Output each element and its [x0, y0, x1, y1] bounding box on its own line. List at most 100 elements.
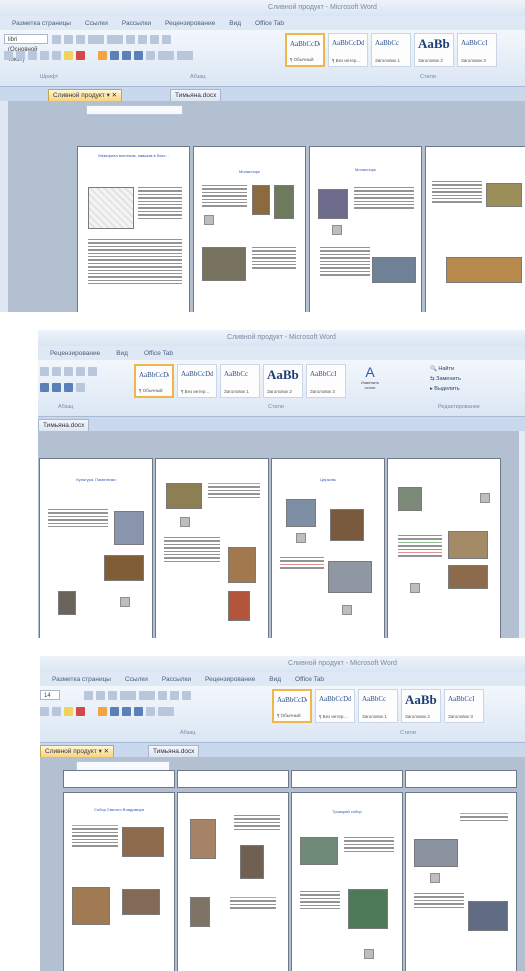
text-block — [398, 535, 442, 559]
menu-review[interactable]: Рецензирование — [165, 20, 215, 27]
indent-icon[interactable] — [158, 691, 167, 700]
align-left-icon[interactable] — [98, 707, 107, 716]
underline-icon[interactable] — [52, 707, 61, 716]
vertical-scrollbar[interactable] — [519, 431, 525, 638]
page-thumbnail[interactable]: Троицкий собор — [292, 793, 402, 971]
subscript-icon[interactable] — [52, 51, 61, 60]
style-heading-2[interactable]: AaBb Заголовок 2 — [263, 364, 303, 398]
highlight-icon[interactable] — [64, 51, 73, 60]
align-right-icon[interactable] — [122, 707, 131, 716]
align-right-icon[interactable] — [122, 51, 131, 60]
find-button[interactable]: 🔍 Найти — [430, 364, 461, 374]
shrink-font-icon[interactable] — [96, 691, 105, 700]
indent-icon[interactable] — [126, 35, 135, 44]
clear-format-icon[interactable] — [76, 35, 85, 44]
pilcrow-icon[interactable] — [162, 35, 171, 44]
align-center-icon[interactable] — [110, 51, 119, 60]
style-heading-1[interactable]: AaBbCc Заголовок 1 — [220, 364, 260, 398]
style-heading-1[interactable]: AaBbCc Заголовок 1 — [358, 689, 398, 723]
style-no-spacing[interactable]: AaBbCcDd ¶ Без интер... — [328, 33, 368, 67]
style-heading-3[interactable]: AaBbCcI Заголовок 3 — [444, 689, 484, 723]
pilcrow-icon[interactable] — [88, 367, 97, 376]
line-spacing-icon[interactable] — [146, 707, 155, 716]
italic-icon[interactable] — [40, 707, 49, 716]
line-spacing-icon[interactable] — [146, 51, 155, 60]
style-heading-3[interactable]: AaBbCcI Заголовок 3 — [306, 364, 346, 398]
menu-references[interactable]: Ссылки — [125, 676, 148, 683]
sort-icon[interactable] — [76, 367, 85, 376]
justify-icon[interactable] — [134, 707, 143, 716]
font-size-box[interactable]: 14 — [40, 690, 60, 700]
style-normal[interactable]: AaBbCcDd ¶ Обычный — [134, 364, 174, 398]
style-no-spacing[interactable]: AaBbCcDd ¶ Без интер... — [315, 689, 355, 723]
menu-office-tab[interactable]: Office Tab — [255, 20, 284, 27]
menu-layout[interactable]: Разметка страницы — [12, 20, 71, 27]
outdent-icon[interactable] — [138, 35, 147, 44]
menu-office-tab[interactable]: Office Tab — [295, 676, 324, 683]
page-thumbnail[interactable] — [178, 793, 288, 971]
align-left-icon[interactable] — [40, 383, 49, 392]
numbering-icon[interactable] — [107, 35, 123, 44]
menu-mailings[interactable]: Рассылки — [122, 20, 151, 27]
menu-office-tab[interactable]: Office Tab — [144, 350, 173, 357]
page-thumbnail[interactable] — [426, 147, 525, 312]
strike-icon[interactable] — [40, 51, 49, 60]
bullets-icon[interactable] — [120, 691, 136, 700]
menu-view[interactable]: Вид — [116, 350, 128, 357]
shading-icon[interactable] — [158, 707, 174, 716]
highlight-icon[interactable] — [64, 707, 73, 716]
menu-mailings[interactable]: Рассылки — [162, 676, 191, 683]
menu-layout[interactable]: Разметка страницы — [52, 676, 111, 683]
style-heading-1[interactable]: AaBbCc Заголовок 1 — [371, 33, 411, 67]
indent-icon[interactable] — [64, 367, 73, 376]
numbering-icon[interactable] — [139, 691, 155, 700]
style-normal[interactable]: AaBbCcDd ¶ Обычный — [285, 33, 325, 67]
bullets-icon[interactable] — [88, 35, 104, 44]
page-thumbnail[interactable]: Церковь — [272, 459, 384, 638]
replace-button[interactable]: ⇆ Заменить — [430, 374, 461, 384]
change-styles-button[interactable]: A Изменить стили — [356, 364, 384, 398]
page-thumbnail[interactable] — [406, 793, 516, 971]
grow-font-icon[interactable] — [84, 691, 93, 700]
pilcrow-icon[interactable] — [182, 691, 191, 700]
font-color-icon[interactable] — [76, 707, 85, 716]
page-thumbnail[interactable]: Культура. Памятники — [40, 459, 152, 638]
justify-icon[interactable] — [64, 383, 73, 392]
select-button[interactable]: ▸ Выделить — [430, 384, 461, 394]
justify-icon[interactable] — [134, 51, 143, 60]
menu-references[interactable]: Ссылки — [85, 20, 108, 27]
shading-icon[interactable] — [76, 383, 85, 392]
borders-icon[interactable] — [177, 51, 193, 60]
shrink-font-icon[interactable] — [64, 35, 73, 44]
page-thumbnail[interactable]: Монастырь — [194, 147, 305, 312]
numbering-icon[interactable] — [52, 367, 61, 376]
page-thumbnail[interactable] — [156, 459, 268, 638]
style-normal[interactable]: AaBbCcDd ¶ Обычный — [272, 689, 312, 723]
page-thumbnail[interactable]: Собор Святого Владимира — [64, 793, 174, 971]
clear-format-icon[interactable] — [108, 691, 117, 700]
page-thumbnail[interactable]: Монастырь — [310, 147, 421, 312]
grow-font-icon[interactable] — [52, 35, 61, 44]
bold-icon[interactable] — [4, 51, 13, 60]
style-heading-2[interactable]: AaBb Заголовок 2 — [401, 689, 441, 723]
page-thumbnail[interactable]: Мемориал военным, павшим в боях... — [78, 147, 189, 312]
menu-review[interactable]: Рецензирование — [205, 676, 255, 683]
bullets-icon[interactable] — [40, 367, 49, 376]
shading-icon[interactable] — [158, 51, 174, 60]
underline-icon[interactable] — [28, 51, 37, 60]
font-size-box[interactable]: libri (Основной текст) — [4, 34, 48, 63]
sort-icon[interactable] — [170, 691, 179, 700]
menu-view[interactable]: Вид — [269, 676, 281, 683]
style-heading-3[interactable]: AaBbCcI Заголовок 3 — [457, 33, 497, 67]
page-thumbnail[interactable] — [388, 459, 500, 638]
align-center-icon[interactable] — [52, 383, 61, 392]
italic-icon[interactable] — [16, 51, 25, 60]
align-left-icon[interactable] — [98, 51, 107, 60]
align-center-icon[interactable] — [110, 707, 119, 716]
style-heading-2[interactable]: AaBb Заголовок 2 — [414, 33, 454, 67]
style-no-spacing[interactable]: AaBbCcDd ¶ Без интер... — [177, 364, 217, 398]
sort-icon[interactable] — [150, 35, 159, 44]
font-color-icon[interactable] — [76, 51, 85, 60]
menu-review[interactable]: Рецензирование — [50, 350, 100, 357]
menu-view[interactable]: Вид — [229, 20, 241, 27]
